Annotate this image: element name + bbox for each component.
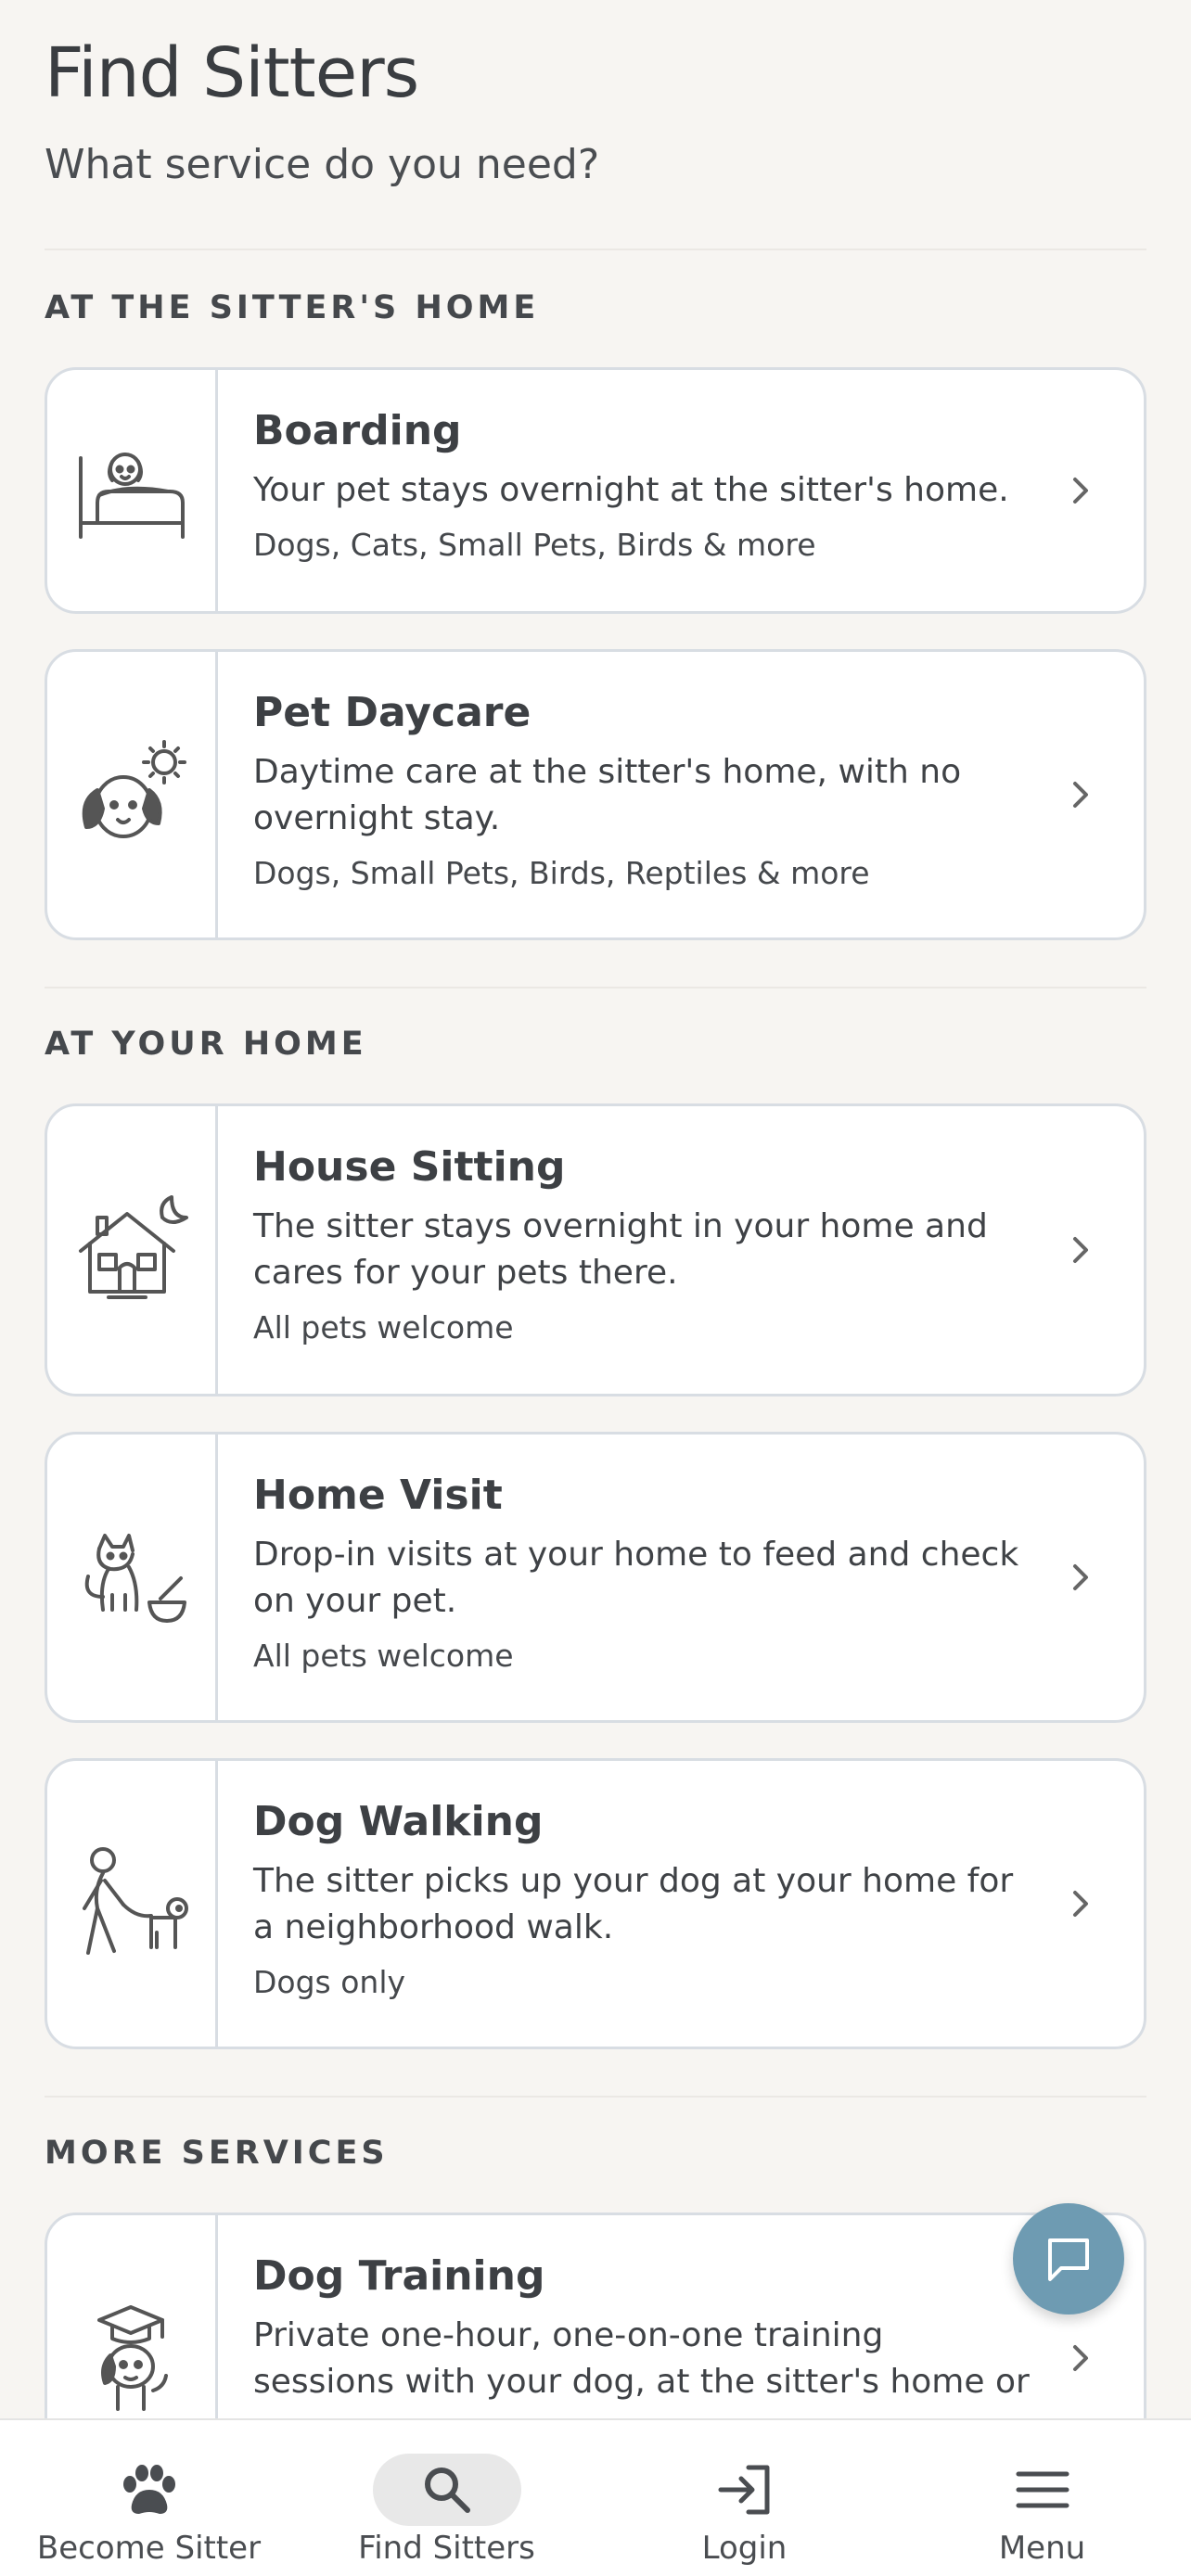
chevron-right-icon	[1073, 2345, 1088, 2371]
tab-become-sitter[interactable]: Become Sitter	[0, 2420, 298, 2576]
tab-menu[interactable]: Menu	[893, 2420, 1191, 2576]
tab-label: Login	[701, 2530, 788, 2567]
service-name: Dog Walking	[253, 1798, 544, 1845]
dog-in-bed-icon	[78, 453, 185, 539]
house-moon-icon	[78, 1195, 188, 1299]
tab-label: Find Sitters	[358, 2530, 535, 2567]
search-icon	[424, 2468, 470, 2513]
divider	[45, 2096, 1146, 2098]
service-description: Daytime care at the sitter's home, with …	[253, 753, 962, 837]
service-pets: Dogs only	[253, 1964, 406, 2000]
service-card-home-visit[interactable]: Home Visit Drop-in visits at your home t…	[45, 1432, 1146, 1723]
chat-bubble-icon	[1048, 2238, 1089, 2281]
dog-sun-icon	[82, 740, 186, 838]
page-title: Find Sitters	[45, 33, 419, 113]
find-sitters-screen: Find Sitters What service do you need? A…	[0, 0, 1191, 2576]
service-pets: All pets welcome	[253, 1309, 514, 1345]
page-subtitle: What service do you need?	[45, 141, 600, 188]
service-name: Boarding	[253, 407, 462, 454]
chat-button[interactable]	[1013, 2203, 1124, 2315]
service-name: Dog Training	[253, 2252, 545, 2300]
tab-label: Menu	[998, 2530, 1086, 2567]
service-name: Pet Daycare	[253, 689, 531, 736]
person-walking-dog-icon	[82, 1847, 188, 1955]
service-description: The sitter picks up your dog at your hom…	[253, 1862, 1014, 1946]
tab-find-sitters[interactable]: Find Sitters	[298, 2420, 596, 2576]
dog-graduate-icon	[96, 2305, 168, 2411]
service-card-dog-walking[interactable]: Dog Walking The sitter picks up your dog…	[45, 1758, 1146, 2049]
chevron-right-icon	[1073, 1237, 1088, 1263]
service-name: House Sitting	[253, 1143, 566, 1191]
divider	[45, 987, 1146, 988]
section-label-your-home: AT YOUR HOME	[45, 1026, 367, 1063]
paw-icon	[122, 2465, 175, 2514]
service-card-boarding[interactable]: Boarding Your pet stays overnight at the…	[45, 367, 1146, 614]
chevron-right-icon	[1073, 478, 1088, 504]
chevron-right-icon	[1073, 782, 1088, 808]
section-label-more-services: MORE SERVICES	[45, 2135, 389, 2172]
bottom-tab-bar: Become Sitter Find Sitters Login Menu	[0, 2418, 1191, 2576]
tab-login[interactable]: Login	[596, 2420, 893, 2576]
service-description: The sitter stays overnight in your home …	[253, 1207, 988, 1292]
tab-label: Become Sitter	[36, 2530, 262, 2567]
service-description: Drop-in visits at your home to feed and …	[253, 1536, 1019, 1620]
divider	[45, 249, 1146, 250]
section-label-sitters-home: AT THE SITTER'S HOME	[45, 289, 540, 326]
service-pets: All pets welcome	[253, 1638, 514, 1674]
service-card-pet-daycare[interactable]: Pet Daycare Daytime care at the sitter's…	[45, 649, 1146, 940]
chevron-right-icon	[1073, 1891, 1088, 1917]
service-card-house-sitting[interactable]: House Sitting The sitter stays overnight…	[45, 1103, 1146, 1396]
login-icon	[718, 2465, 769, 2515]
service-name: Home Visit	[253, 1472, 503, 1519]
service-description: Your pet stays overnight at the sitter's…	[253, 471, 1009, 509]
chevron-right-icon	[1073, 1564, 1088, 1590]
service-pets: Dogs, Cats, Small Pets, Birds & more	[253, 527, 816, 563]
cat-bowl-icon	[84, 1534, 186, 1623]
service-pets: Dogs, Small Pets, Birds, Reptiles & more	[253, 855, 870, 891]
menu-icon	[1016, 2471, 1069, 2508]
